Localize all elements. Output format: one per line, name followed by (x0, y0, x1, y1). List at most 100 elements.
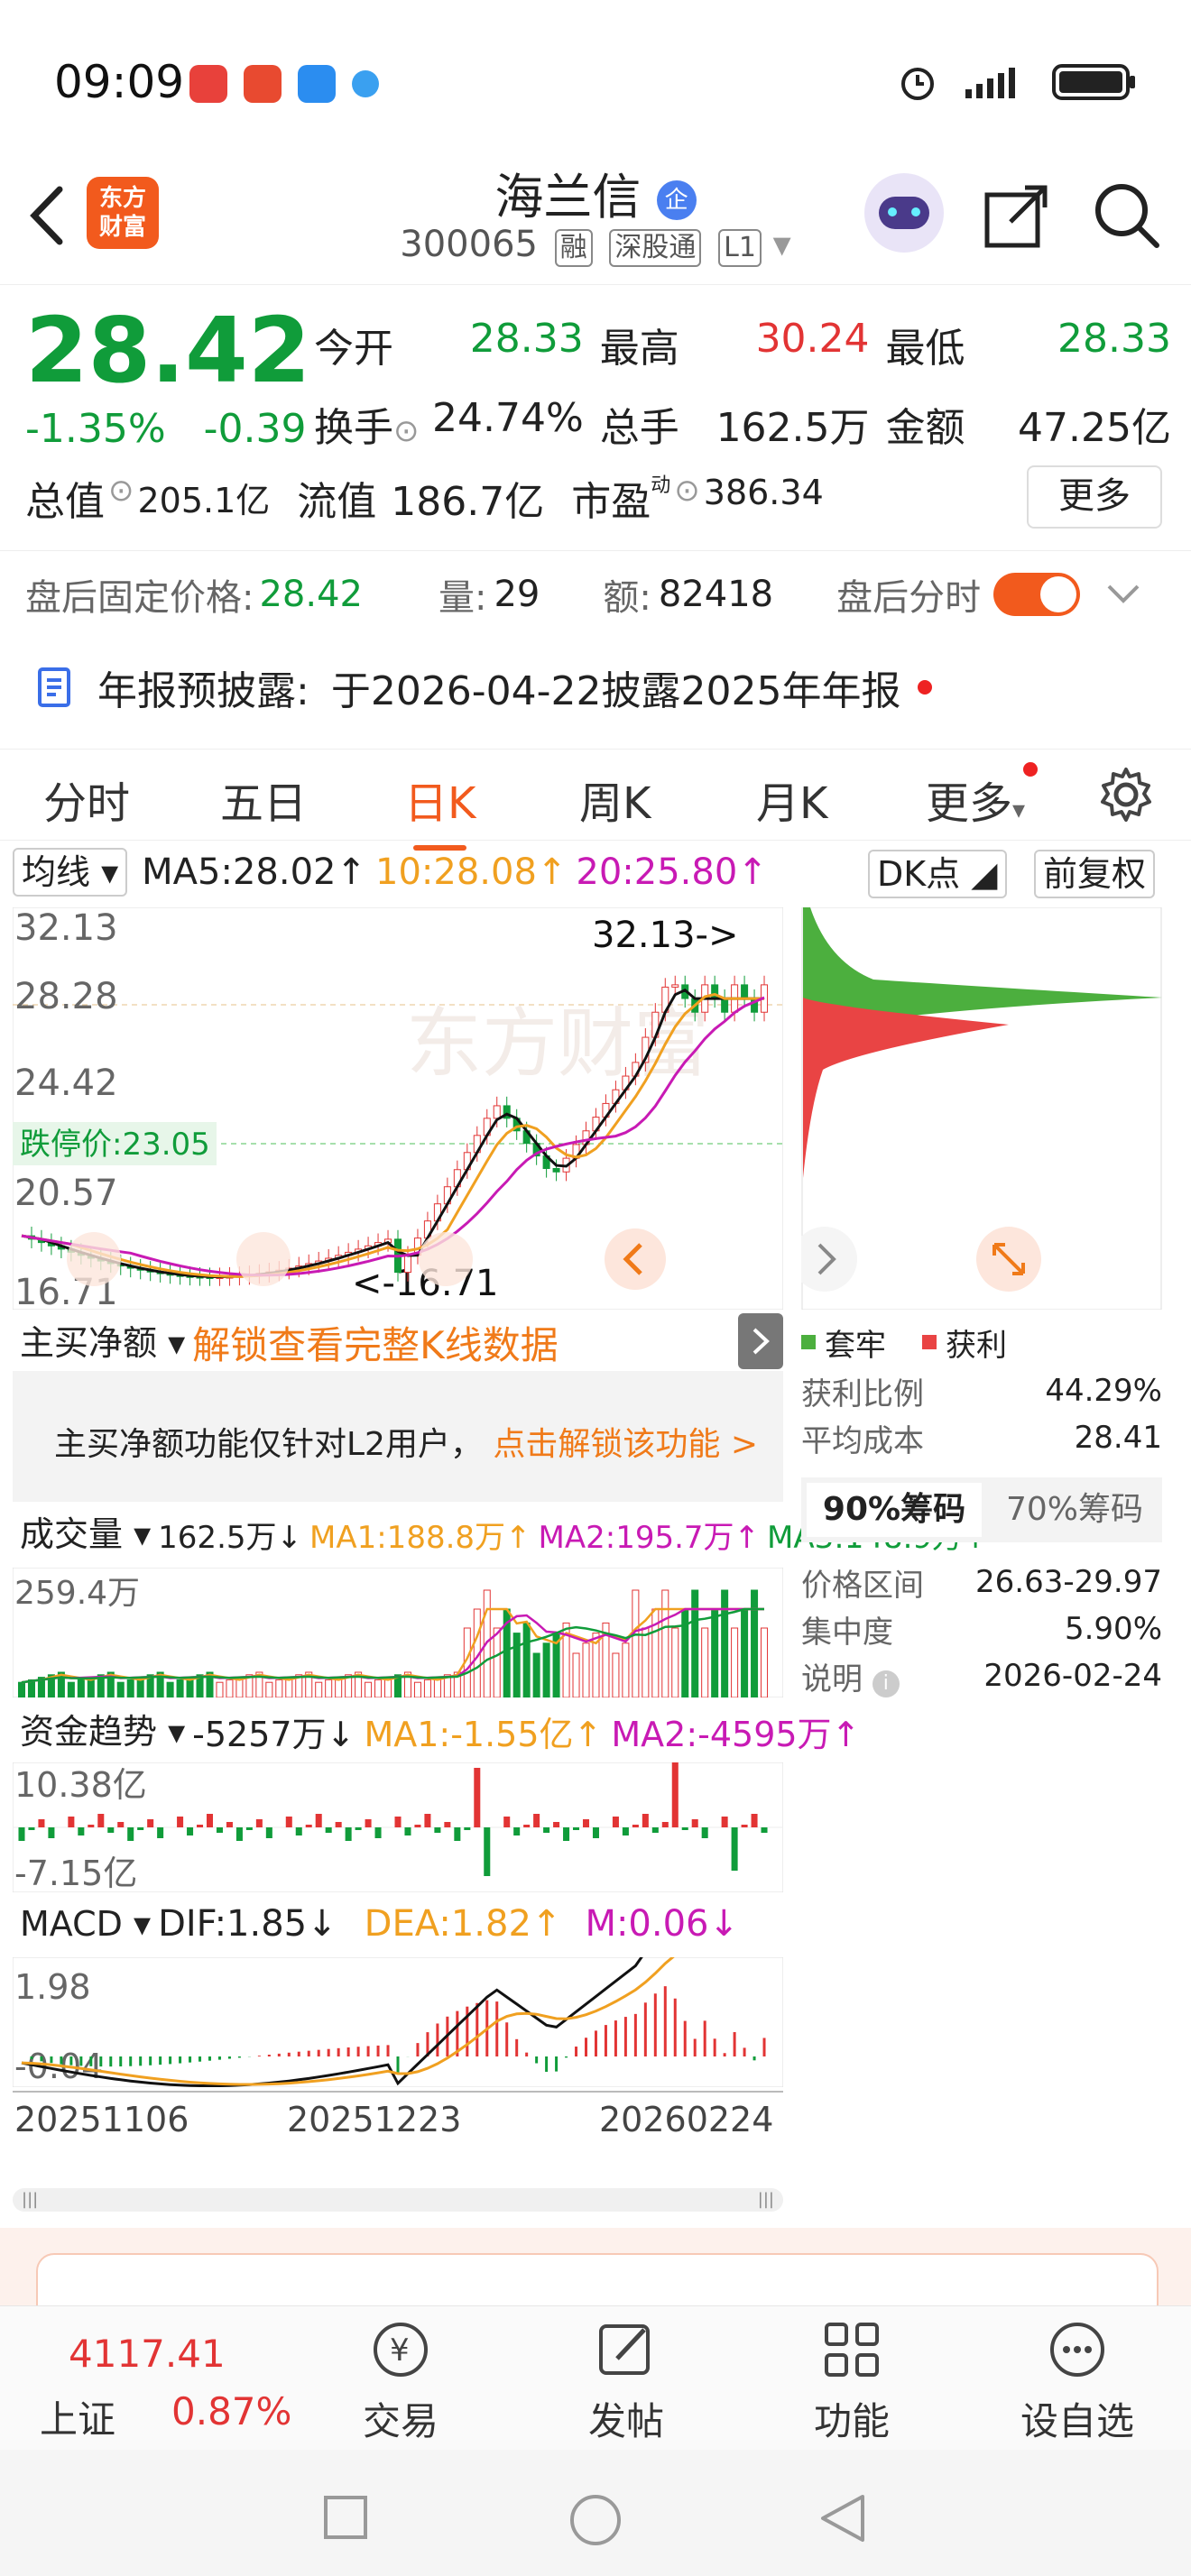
ma10-value: 10:28.08↑ (375, 851, 568, 893)
capital-bar (651, 1827, 659, 1833)
kline-chart[interactable]: 东方财富 32.13 28.28 24.42 20.57 16.71 跌停价:2… (13, 907, 783, 1310)
index-value[interactable]: 4117.41 (69, 2332, 226, 2376)
tab-weekly-k[interactable]: 周K (579, 768, 651, 831)
tab-monthly-k[interactable]: 月K (756, 768, 827, 831)
tab-five-day[interactable]: 五日 (220, 768, 307, 831)
volume-bar (741, 1608, 749, 1697)
y-label-4: 20.57 (14, 1173, 118, 1214)
nav-trade[interactable]: ¥ 交易 (328, 2317, 473, 2446)
volume-bar (67, 1681, 75, 1697)
unlock-kline-link[interactable]: 解锁查看完整K线数据 (192, 1315, 559, 1370)
ma-select-label: 均线 (22, 852, 91, 892)
volume-bar (691, 1589, 699, 1697)
volume-bar (126, 1679, 134, 1697)
volume-bar (275, 1679, 283, 1697)
chevron-left-icon[interactable] (605, 1228, 666, 1290)
candle-body (671, 984, 679, 988)
share-icon[interactable] (983, 182, 1050, 249)
tab-more[interactable]: 更多▾ (926, 762, 1039, 831)
candle-body (552, 1168, 560, 1173)
browser-app-icon (352, 70, 379, 97)
info-icon[interactable]: i (872, 1670, 900, 1697)
date-mid: 20251223 (287, 2100, 462, 2139)
zoom-in-icon[interactable] (419, 1232, 473, 1286)
chevron-down-icon[interactable] (1105, 581, 1141, 608)
chevron-right-icon[interactable] (738, 1313, 783, 1369)
l2-unlock-link[interactable]: 点击解锁该功能 > (493, 1426, 758, 1463)
zoom-out-icon[interactable] (236, 1232, 291, 1286)
capital-ma1: MA1:-1.55亿↑ (364, 1715, 603, 1754)
range-label: 价格区间 (801, 1567, 924, 1604)
tab-intraday[interactable]: 分时 (43, 768, 130, 831)
ah-vol: 29 (494, 574, 540, 615)
mktcap-value: 205.1亿 (137, 481, 271, 520)
home-icon[interactable] (568, 2493, 623, 2547)
volume-bar (423, 1679, 431, 1697)
capital-select[interactable]: 资金趋势 ▾ (13, 1709, 192, 1754)
capital-bar (107, 1827, 115, 1833)
volume-bar (315, 1681, 323, 1697)
gear-icon[interactable] (1097, 766, 1155, 823)
volume-bar (216, 1681, 224, 1697)
chart-scrollbar[interactable]: ||| ||| (13, 2188, 783, 2212)
back-icon[interactable] (817, 2493, 868, 2544)
capital-bar (474, 1768, 481, 1827)
index-name[interactable]: 上证 (40, 2389, 115, 2444)
capital-bar (88, 1825, 95, 1827)
info-icon[interactable]: ⊙ (108, 473, 134, 527)
index-change[interactable]: 0.87% (171, 2389, 291, 2433)
legend-profit: 获利 (946, 1327, 1007, 1364)
volume-select[interactable]: 成交量 ▾ (13, 1512, 158, 1557)
pan-left-icon[interactable] (67, 1232, 121, 1286)
capital-bar (226, 1822, 233, 1827)
volume-value: 162.5万↓ (158, 1519, 302, 1556)
more-button[interactable]: 更多 (1027, 465, 1162, 529)
pe-label: 市盈 (571, 479, 651, 525)
change-pct: -1.35% (25, 406, 166, 452)
after-hours-toggle[interactable] (993, 573, 1081, 616)
ai-assistant-avatar[interactable] (864, 173, 944, 253)
volume-bar (512, 1633, 521, 1697)
capital-bar (612, 1817, 619, 1827)
capital-y-top: 10.38亿 (14, 1765, 147, 1805)
ma-select[interactable]: 均线 ▾ (13, 848, 128, 897)
seg-90[interactable]: 90%筹码 (807, 1483, 982, 1537)
capital-bar (523, 1825, 531, 1827)
nav-add-watchlist-label: 设自选 (1020, 2399, 1134, 2443)
volume-bar (166, 1681, 174, 1697)
macd-y-top: 1.98 (14, 1967, 91, 2007)
volume-bar (265, 1681, 273, 1697)
huawei-app-icon (189, 65, 227, 103)
macd-select[interactable]: MACD ▾ (13, 1901, 158, 1946)
promo-banner[interactable] (0, 2228, 1191, 2329)
capital-bar (404, 1827, 411, 1835)
annual-report-notice[interactable]: 年报预披露: 于2026-04-22披露2025年年报 (36, 658, 932, 716)
capital-bar (573, 1827, 580, 1830)
nav-add-watchlist[interactable]: 设自选 (1005, 2317, 1149, 2446)
net-buy-select[interactable]: 主买净额 ▾ (13, 1320, 192, 1366)
info-icon[interactable]: ⊙ (393, 413, 420, 449)
capital-bar (513, 1827, 521, 1835)
locked-swatch (801, 1335, 816, 1349)
volume-value: 162.5万 (716, 405, 870, 451)
recent-apps-icon[interactable] (323, 2495, 368, 2540)
volume-bar (116, 1681, 125, 1697)
capital-bar (177, 1817, 184, 1827)
info-icon[interactable]: ⊙ (674, 473, 700, 527)
dk-label: DK点 (877, 854, 961, 894)
seg-70[interactable]: 70%筹码 (987, 1477, 1162, 1542)
edit-icon (599, 2324, 650, 2375)
capital-bar (454, 1827, 461, 1841)
chevron-down-icon[interactable]: ▾ (773, 224, 791, 265)
dk-point-button[interactable]: DK点 ◢ (868, 850, 1007, 898)
volume-bar (751, 1589, 759, 1697)
adjust-button[interactable]: 前复权 (1034, 850, 1156, 898)
search-icon[interactable] (1092, 180, 1160, 249)
tab-daily-k[interactable]: 日K (404, 768, 475, 851)
nav-post[interactable]: 发帖 (554, 2317, 698, 2446)
candle-body (721, 998, 729, 1013)
nav-functions[interactable]: 功能 (780, 2317, 924, 2446)
stock-header: 东方 财富 海兰信 企 300065 融 深股通 L1 ▾ (0, 153, 1191, 285)
net-buy-select-label: 主买净额 (20, 1322, 158, 1363)
capital-bar (28, 1827, 35, 1830)
